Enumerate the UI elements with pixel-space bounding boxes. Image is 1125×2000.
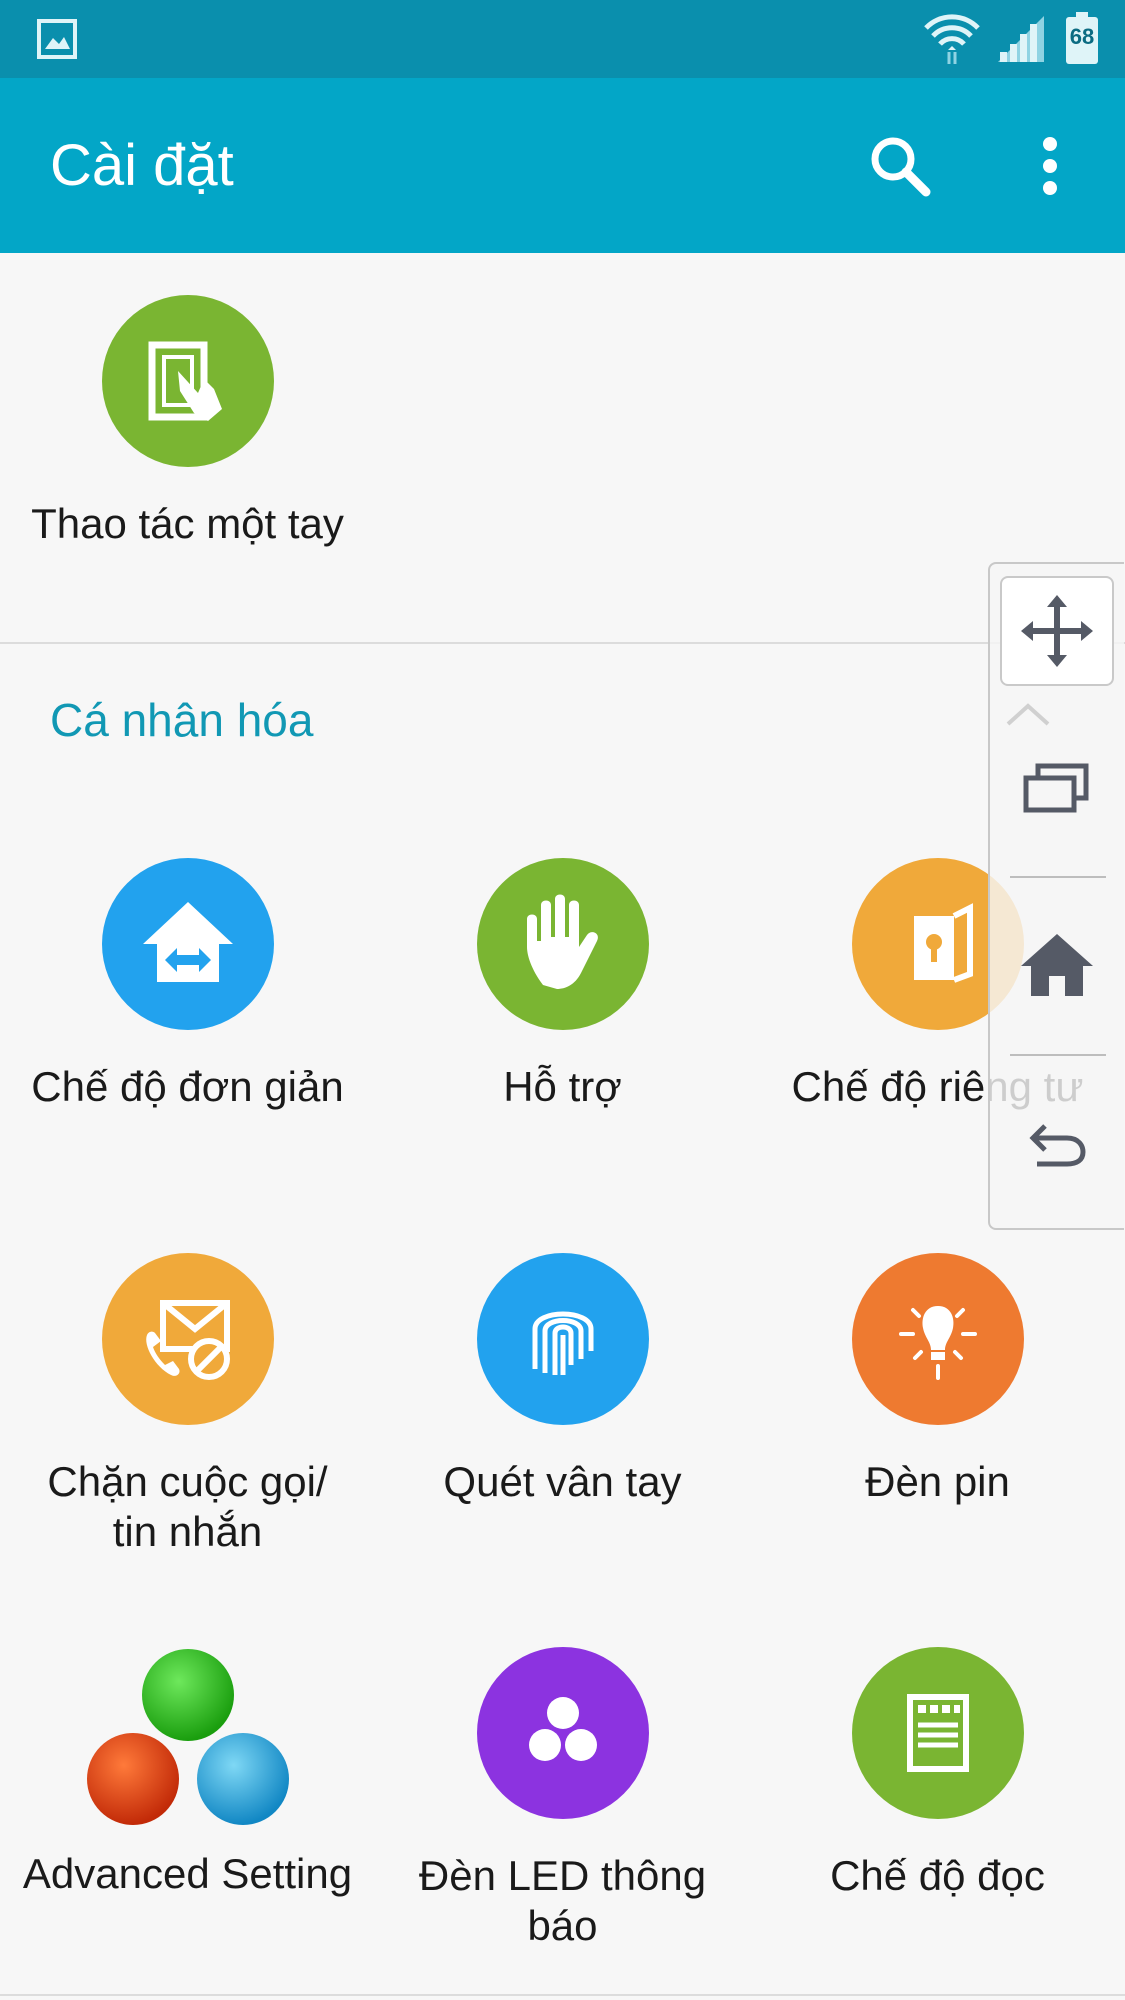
move-icon — [1021, 595, 1093, 667]
home-icon[interactable] — [1019, 932, 1095, 998]
more-vert-icon[interactable] — [1030, 134, 1070, 198]
block-call-icon — [145, 1300, 230, 1380]
tile-circle — [101, 1253, 274, 1425]
divider — [0, 642, 1125, 644]
battery-icon: 68 — [1066, 12, 1098, 64]
flashlight-icon — [898, 1306, 977, 1380]
tile-circle — [476, 1647, 649, 1819]
tile-circle — [476, 858, 649, 1030]
reading-mode-icon — [906, 1694, 969, 1772]
tile-fingerprint[interactable]: Quét vân tay — [375, 1253, 750, 1507]
tile-led-notification[interactable]: Đèn LED thông báo — [375, 1647, 750, 1951]
tile-flashlight[interactable]: Đèn pin — [750, 1253, 1125, 1507]
tile-circle — [851, 1647, 1024, 1819]
back-icon[interactable] — [1027, 1120, 1087, 1170]
hand-icon — [526, 894, 598, 989]
tile-label: Advanced Setting — [22, 1850, 353, 1897]
tile-label: Đèn pin — [865, 1458, 1010, 1505]
section-header: Cá nhân hóa — [50, 694, 314, 746]
tile-circle — [101, 295, 274, 467]
tile-circle — [851, 1253, 1024, 1425]
divider — [0, 1994, 1125, 1996]
tile-label: Quét vân tay — [443, 1458, 682, 1505]
tile-label: Chế độ đơn giản — [31, 1063, 344, 1110]
chevron-up-icon[interactable] — [1004, 702, 1052, 728]
tile-easy-mode[interactable]: Chế độ đơn giản — [0, 858, 375, 1112]
tile-call-block[interactable]: Chặn cuộc gọi/ tin nhắn — [0, 1253, 375, 1557]
three-balls-icon — [86, 1649, 289, 1825]
recent-apps-icon[interactable] — [1022, 760, 1092, 816]
tile-assist[interactable]: Hỗ trợ — [375, 858, 750, 1112]
private-mode-icon — [913, 903, 973, 983]
app-bar: Cài đặt — [0, 78, 1125, 253]
easy-mode-icon — [142, 902, 233, 982]
wifi-icon — [924, 14, 980, 64]
status-bar: 68 — [0, 0, 1125, 78]
floating-assistant-panel[interactable] — [988, 562, 1124, 1230]
panel-separator — [1010, 1054, 1106, 1056]
tile-advanced-setting[interactable]: Advanced Setting — [0, 1647, 375, 1899]
page-title: Cài đặt — [50, 133, 234, 198]
settings-screen: 68 Cài đặt Thao tác một tay Cá nhân hóa — [0, 0, 1125, 2000]
signal-icon — [998, 16, 1044, 62]
fingerprint-icon — [532, 1311, 593, 1375]
tile-label: Đèn LED thông báo — [418, 1852, 707, 1949]
one-hand-icon — [148, 341, 222, 421]
move-button[interactable] — [1000, 576, 1114, 686]
tile-label: Thao tác một tay — [31, 500, 344, 547]
tile-circle — [83, 1647, 293, 1827]
tile-label: Hỗ trợ — [503, 1063, 622, 1110]
search-icon[interactable] — [868, 134, 932, 198]
panel-separator — [1010, 876, 1106, 878]
tile-one-hand[interactable]: Thao tác một tay — [0, 295, 375, 549]
tile-label: Chặn cuộc gọi/ tin nhắn — [47, 1458, 328, 1555]
tile-label: Chế độ đọc — [830, 1852, 1045, 1899]
battery-level: 68 — [1069, 24, 1095, 49]
tile-reading-mode[interactable]: Chế độ đọc — [750, 1647, 1125, 1901]
led-icon — [528, 1697, 597, 1761]
tile-circle — [101, 858, 274, 1030]
picture-icon — [37, 19, 77, 59]
tile-circle — [476, 1253, 649, 1425]
